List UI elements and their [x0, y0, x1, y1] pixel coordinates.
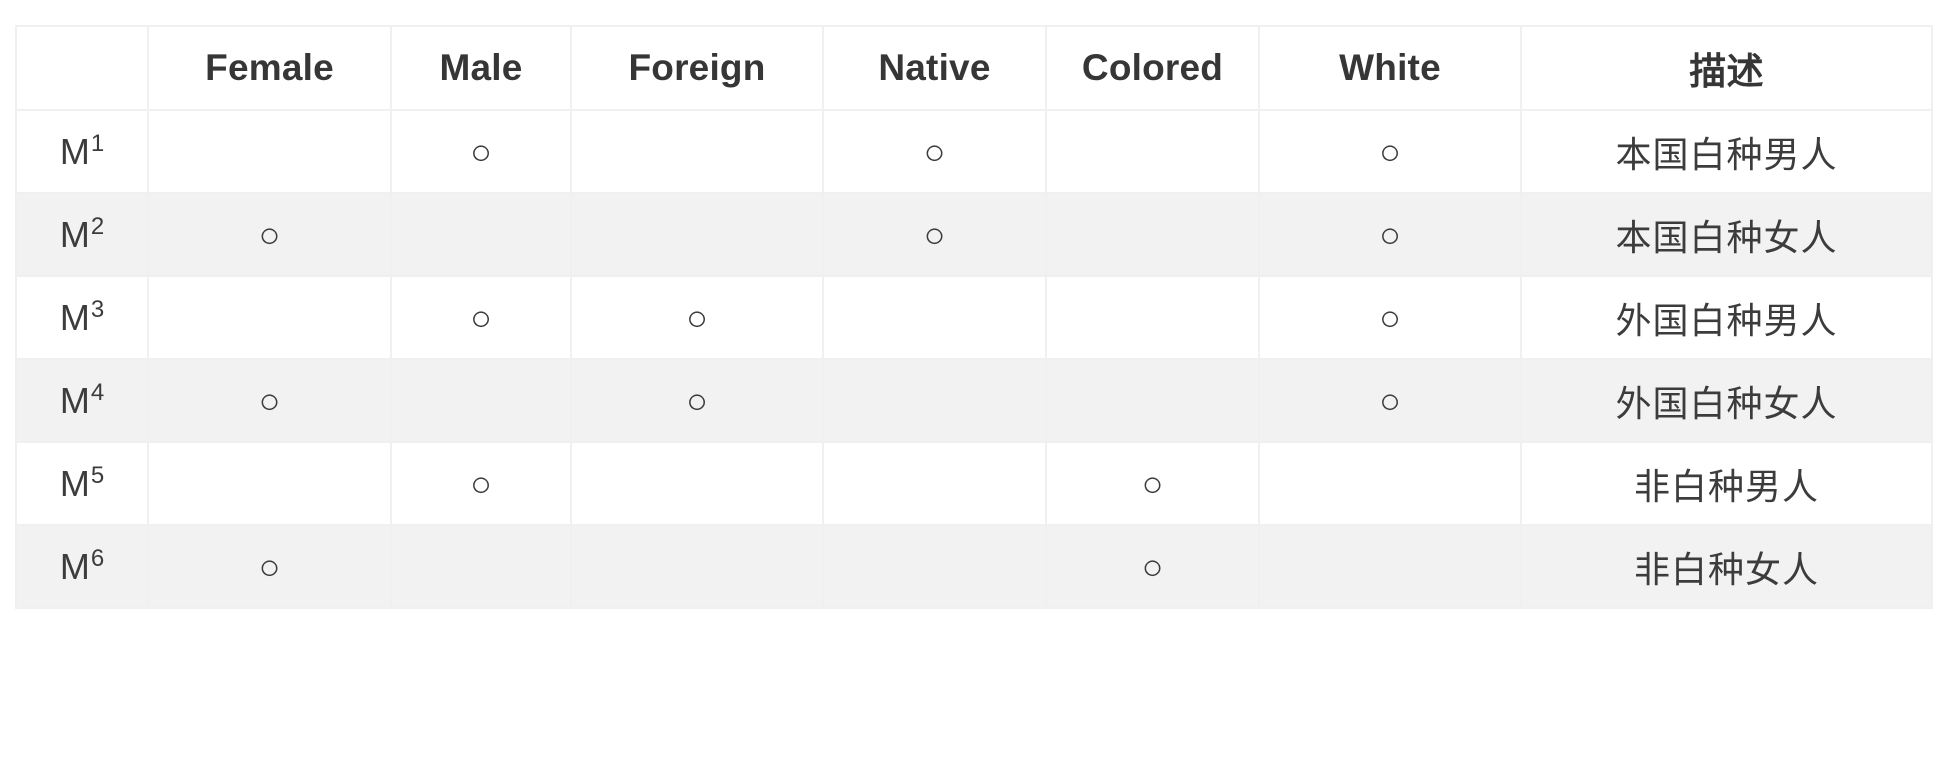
row-label-superscript: 5 [90, 461, 105, 489]
cell-colored: ○ [1045, 441, 1260, 526]
cell-white: ○ [1258, 109, 1522, 194]
row-label-m3: M3 [15, 275, 149, 360]
row-label-superscript: 1 [90, 129, 105, 157]
row-label-base: M [59, 296, 90, 338]
row-label-superscript: 6 [90, 544, 105, 572]
row-label-base: M [59, 379, 90, 421]
cell-female [147, 109, 392, 194]
cell-female: ○ [147, 524, 392, 609]
table-row: M2 ○ ○ ○ 本国白种女人 [15, 192, 1933, 277]
circle-marker-icon: ○ [1379, 379, 1401, 421]
circle-marker-icon: ○ [1379, 296, 1401, 338]
cell-colored [1045, 275, 1260, 360]
cell-description: 外国白种男人 [1520, 275, 1933, 360]
table-row: M5 ○ ○ 非白种男人 [15, 441, 1933, 526]
cell-female [147, 441, 392, 526]
cell-male [390, 192, 572, 277]
cell-native [822, 358, 1047, 443]
table-row: M4 ○ ○ ○ 外国白种女人 [15, 358, 1933, 443]
circle-marker-icon: ○ [470, 462, 492, 504]
row-label-superscript: 4 [90, 378, 105, 406]
attribute-matrix-table: Female Male Foreign Native Colored White… [15, 25, 1933, 609]
table-row: M1 ○ ○ ○ 本国白种男人 [15, 109, 1933, 194]
cell-female: ○ [147, 192, 392, 277]
row-label-superscript: 2 [90, 212, 105, 240]
cell-white: ○ [1258, 275, 1522, 360]
circle-marker-icon: ○ [1141, 462, 1164, 504]
row-label-base: M [59, 213, 90, 255]
cell-foreign [570, 441, 824, 526]
cell-colored [1045, 109, 1260, 194]
circle-marker-icon: ○ [1379, 130, 1401, 172]
header-cell-native[interactable]: Native [822, 25, 1047, 111]
header-cell-colored[interactable]: Colored [1045, 25, 1260, 111]
cell-white [1258, 524, 1522, 609]
cell-male: ○ [390, 275, 572, 360]
cell-description: 本国白种男人 [1520, 109, 1933, 194]
circle-marker-icon: ○ [1141, 545, 1164, 587]
cell-description: 非白种男人 [1520, 441, 1933, 526]
cell-male [390, 524, 572, 609]
cell-foreign [570, 192, 824, 277]
cell-foreign: ○ [570, 275, 824, 360]
header-cell-male[interactable]: Male [390, 25, 572, 111]
circle-marker-icon: ○ [923, 213, 946, 255]
circle-marker-icon: ○ [686, 296, 708, 338]
cell-foreign [570, 109, 824, 194]
cell-female [147, 275, 392, 360]
circle-marker-icon: ○ [470, 296, 492, 338]
cell-native: ○ [822, 192, 1047, 277]
circle-marker-icon: ○ [1379, 213, 1401, 255]
cell-description: 外国白种女人 [1520, 358, 1933, 443]
circle-marker-icon: ○ [470, 130, 492, 172]
attribute-matrix-container: Female Male Foreign Native Colored White… [15, 25, 1933, 609]
row-label-m6: M6 [15, 524, 149, 609]
row-label-superscript: 3 [90, 295, 105, 323]
cell-foreign [570, 524, 824, 609]
header-cell-white[interactable]: White [1258, 25, 1522, 111]
header-cell-description[interactable]: 描述 [1520, 25, 1933, 111]
row-label-m2: M2 [15, 192, 149, 277]
cell-description: 非白种女人 [1520, 524, 1933, 609]
table-body: M1 ○ ○ ○ 本国白种男人 M2 ○ ○ ○ 本国白种女人 M3 ○ ○ ○… [15, 109, 1933, 609]
cell-male [390, 358, 572, 443]
table-header: Female Male Foreign Native Colored White… [15, 25, 1933, 111]
table-row: M6 ○ ○ 非白种女人 [15, 524, 1933, 609]
cell-female: ○ [147, 358, 392, 443]
row-label-m5: M5 [15, 441, 149, 526]
circle-marker-icon: ○ [923, 130, 946, 172]
row-label-base: M [59, 462, 90, 504]
header-cell-corner [15, 25, 149, 111]
cell-native [822, 441, 1047, 526]
header-row: Female Male Foreign Native Colored White… [15, 25, 1933, 111]
circle-marker-icon: ○ [686, 379, 708, 421]
cell-foreign: ○ [570, 358, 824, 443]
cell-white: ○ [1258, 358, 1522, 443]
cell-colored [1045, 358, 1260, 443]
cell-white: ○ [1258, 192, 1522, 277]
header-cell-female[interactable]: Female [147, 25, 392, 111]
cell-description: 本国白种女人 [1520, 192, 1933, 277]
header-cell-foreign[interactable]: Foreign [570, 25, 824, 111]
cell-native: ○ [822, 109, 1047, 194]
cell-native [822, 524, 1047, 609]
cell-native [822, 275, 1047, 360]
row-label-m1: M1 [15, 109, 149, 194]
row-label-m4: M4 [15, 358, 149, 443]
table-row: M3 ○ ○ ○ 外国白种男人 [15, 275, 1933, 360]
cell-colored [1045, 192, 1260, 277]
circle-marker-icon: ○ [258, 545, 281, 587]
cell-colored: ○ [1045, 524, 1260, 609]
circle-marker-icon: ○ [258, 379, 281, 421]
cell-male: ○ [390, 109, 572, 194]
row-label-base: M [59, 130, 90, 172]
cell-male: ○ [390, 441, 572, 526]
circle-marker-icon: ○ [258, 213, 281, 255]
row-label-base: M [59, 545, 90, 587]
cell-white [1258, 441, 1522, 526]
